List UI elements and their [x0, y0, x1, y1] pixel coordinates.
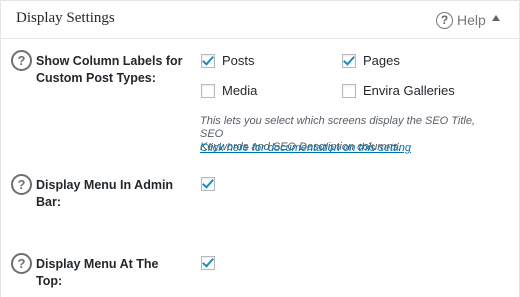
option-label-envira-galleries: Envira Galleries: [363, 83, 455, 98]
panel-title: Display Settings: [16, 10, 115, 26]
admin-bar-label: Display Menu In Admin Bar:: [36, 177, 173, 211]
column-labels-label: Show Column Labels for Custom Post Types…: [36, 53, 183, 87]
panel-header: Display Settings ? Help: [1, 1, 519, 39]
help-button[interactable]: ? Help: [436, 10, 486, 30]
column-labels-label-line2: Custom Post Types:: [36, 71, 156, 85]
checkbox-posts[interactable]: [201, 54, 215, 68]
admin-bar-label-line2: Bar:: [36, 195, 62, 209]
checkbox-display-menu-top[interactable]: [201, 256, 215, 270]
checkbox-pages[interactable]: [342, 54, 356, 68]
column-labels-label-line1: Show Column Labels for: [36, 54, 183, 68]
menu-top-label-line1: Display Menu At The: [36, 257, 159, 271]
checkbox-media[interactable]: [201, 84, 215, 98]
help-label: Help: [457, 12, 486, 28]
question-icon[interactable]: ?: [11, 253, 32, 274]
option-label-pages: Pages: [363, 53, 400, 68]
display-settings-panel: Display Settings ? Help ? Show Column La…: [0, 0, 520, 297]
caret-up-icon[interactable]: [492, 15, 500, 21]
admin-bar-label-line1: Display Menu In Admin: [36, 178, 174, 192]
question-icon[interactable]: ?: [11, 50, 32, 71]
option-label-media: Media: [222, 83, 258, 98]
menu-top-label-line2: Top:: [36, 274, 63, 288]
question-icon[interactable]: ?: [11, 174, 32, 195]
documentation-link[interactable]: Click here for documentation on this set…: [200, 142, 411, 154]
checkbox-display-menu-admin-bar[interactable]: [201, 177, 215, 191]
description-line1: This lets you select which screens displ…: [200, 115, 476, 140]
option-label-posts: Posts: [222, 53, 255, 68]
menu-top-label: Display Menu At The Top:: [36, 256, 158, 290]
checkbox-envira-galleries[interactable]: [342, 84, 356, 98]
help-icon: ?: [436, 11, 453, 29]
